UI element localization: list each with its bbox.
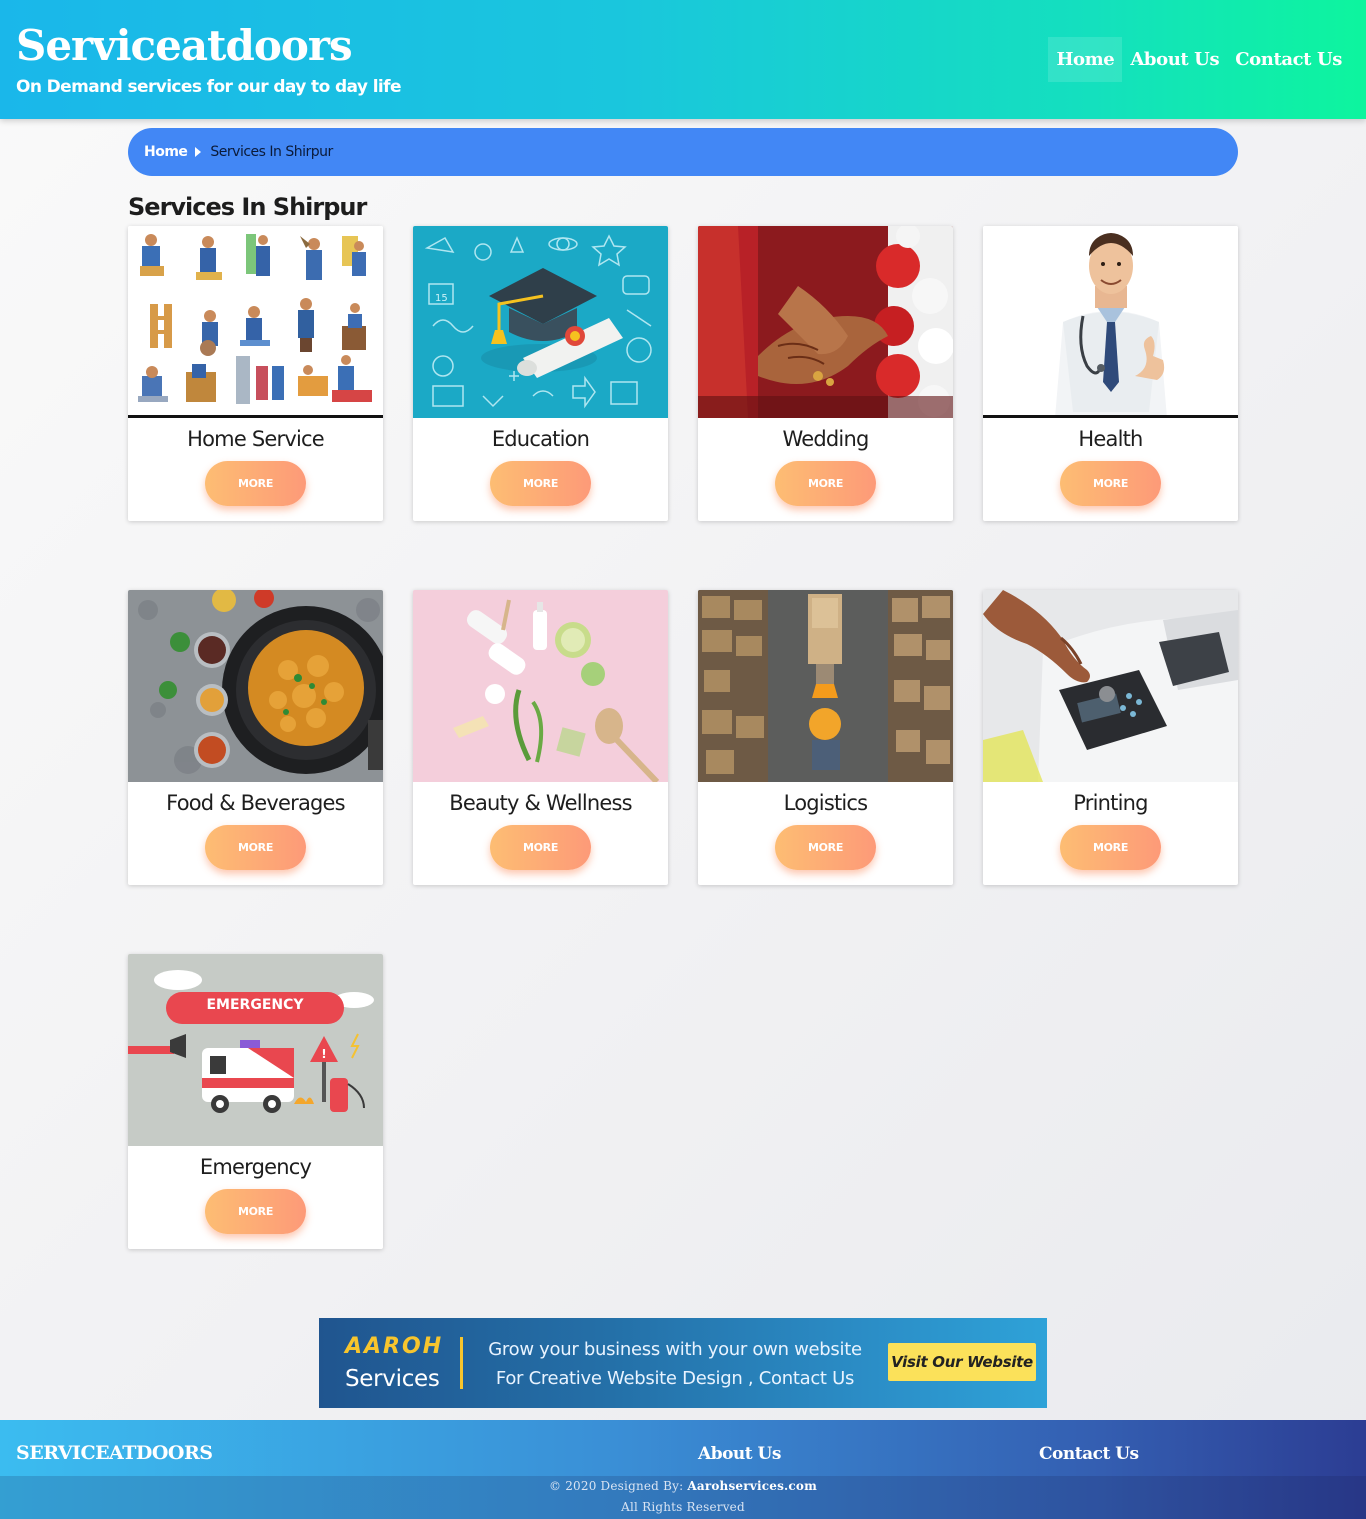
more-button-beauty-wellness[interactable]: MORE bbox=[490, 825, 591, 870]
service-card-wedding: Wedding MORE bbox=[698, 226, 953, 521]
emergency-image-text: EMERGENCY bbox=[206, 997, 304, 1013]
banner-divider bbox=[460, 1337, 463, 1389]
brand-logo[interactable]: Serviceatdoors bbox=[16, 18, 353, 74]
more-button-emergency[interactable]: MORE bbox=[205, 1189, 306, 1234]
service-title: Printing bbox=[1073, 791, 1148, 815]
site-footer: SERVICEATDOORS About Us Contact Us © 202… bbox=[0, 1420, 1366, 1519]
service-card-beauty-wellness: Beauty & Wellness MORE bbox=[413, 590, 668, 885]
service-card-printing: Printing MORE bbox=[983, 590, 1238, 885]
footer-contact-us-link[interactable]: Contact Us bbox=[1039, 1444, 1139, 1464]
footer-about-us-link[interactable]: About Us bbox=[698, 1444, 781, 1464]
footer-rights: All Rights Reserved bbox=[621, 1500, 745, 1514]
copyright-text: © 2020 Designed By: bbox=[548, 1479, 684, 1493]
caret-right-icon bbox=[195, 147, 202, 157]
footer-copyright-bar: © 2020 Designed By: Aarohservices.com Al… bbox=[0, 1476, 1366, 1519]
service-title: Emergency bbox=[199, 1155, 312, 1179]
more-button-printing[interactable]: MORE bbox=[1060, 825, 1161, 870]
breadcrumb: Home Services In Shirpur bbox=[128, 128, 1238, 176]
service-title: Home Service bbox=[187, 427, 325, 451]
service-title: Beauty & Wellness bbox=[449, 791, 632, 815]
main-nav: Home About Us Contact Us bbox=[1048, 37, 1350, 82]
service-title: Logistics bbox=[783, 791, 868, 815]
service-card-logistics: Logistics MORE bbox=[698, 590, 953, 885]
more-button-logistics[interactable]: MORE bbox=[775, 825, 876, 870]
page-title: Services In Shirpur bbox=[128, 193, 367, 221]
footer-brand: SERVICEATDOORS bbox=[16, 1442, 213, 1464]
footer-copyright: © 2020 Designed By: Aarohservices.com bbox=[0, 1479, 1366, 1493]
more-button-food-beverages[interactable]: MORE bbox=[205, 825, 306, 870]
nav-about-us[interactable]: About Us bbox=[1122, 37, 1227, 82]
service-image-home-service[interactable] bbox=[128, 226, 383, 418]
service-image-printing[interactable] bbox=[983, 590, 1238, 782]
visit-website-button[interactable]: Visit Our Website bbox=[888, 1343, 1036, 1381]
breadcrumb-current: Services In Shirpur bbox=[210, 144, 333, 160]
service-image-food-beverages[interactable] bbox=[128, 590, 383, 782]
service-title: Wedding bbox=[782, 427, 870, 451]
service-image-beauty-wellness[interactable] bbox=[413, 590, 668, 782]
banner-subline: For Creative Website Design , Contact Us bbox=[495, 1368, 855, 1389]
svg-text:15: 15 bbox=[435, 293, 448, 304]
service-card-health: Health MORE bbox=[983, 226, 1238, 521]
service-title: Education bbox=[491, 427, 590, 451]
service-image-wedding[interactable] bbox=[698, 226, 953, 418]
service-title: Health bbox=[1078, 427, 1143, 451]
banner-logo-sub: Services bbox=[345, 1366, 440, 1392]
brand-tagline: On Demand services for our day to day li… bbox=[16, 77, 401, 97]
service-image-education[interactable]: 15 bbox=[413, 226, 668, 418]
service-title: Food & Beverages bbox=[166, 791, 345, 815]
banner-logo: AAROH bbox=[345, 1334, 444, 1359]
nav-home[interactable]: Home bbox=[1048, 37, 1123, 82]
breadcrumb-home-link[interactable]: Home bbox=[144, 144, 188, 160]
more-button-health[interactable]: MORE bbox=[1060, 461, 1161, 506]
service-card-food-beverages: Food & Beverages MORE bbox=[128, 590, 383, 885]
nav-contact-us[interactable]: Contact Us bbox=[1227, 37, 1350, 82]
svg-text:!: ! bbox=[321, 1047, 326, 1061]
service-image-health[interactable] bbox=[983, 226, 1238, 418]
more-button-education[interactable]: MORE bbox=[490, 461, 591, 506]
service-card-home-service: Home Service MORE bbox=[128, 226, 383, 521]
aaroh-services-banner[interactable]: AAROH Services Grow your business with y… bbox=[319, 1318, 1047, 1408]
service-card-education: 15 Education MORE bbox=[413, 226, 668, 521]
designer-link[interactable]: Aarohservices.com bbox=[687, 1479, 817, 1493]
banner-headline: Grow your business with your own website bbox=[488, 1339, 862, 1360]
service-image-logistics[interactable] bbox=[698, 590, 953, 782]
service-image-emergency[interactable]: EMERGENCY ! bbox=[128, 954, 383, 1146]
more-button-home-service[interactable]: MORE bbox=[205, 461, 306, 506]
service-card-emergency: EMERGENCY ! Emergency MORE bbox=[128, 954, 383, 1249]
site-header: Serviceatdoors On Demand services for ou… bbox=[0, 0, 1366, 119]
more-button-wedding[interactable]: MORE bbox=[775, 461, 876, 506]
